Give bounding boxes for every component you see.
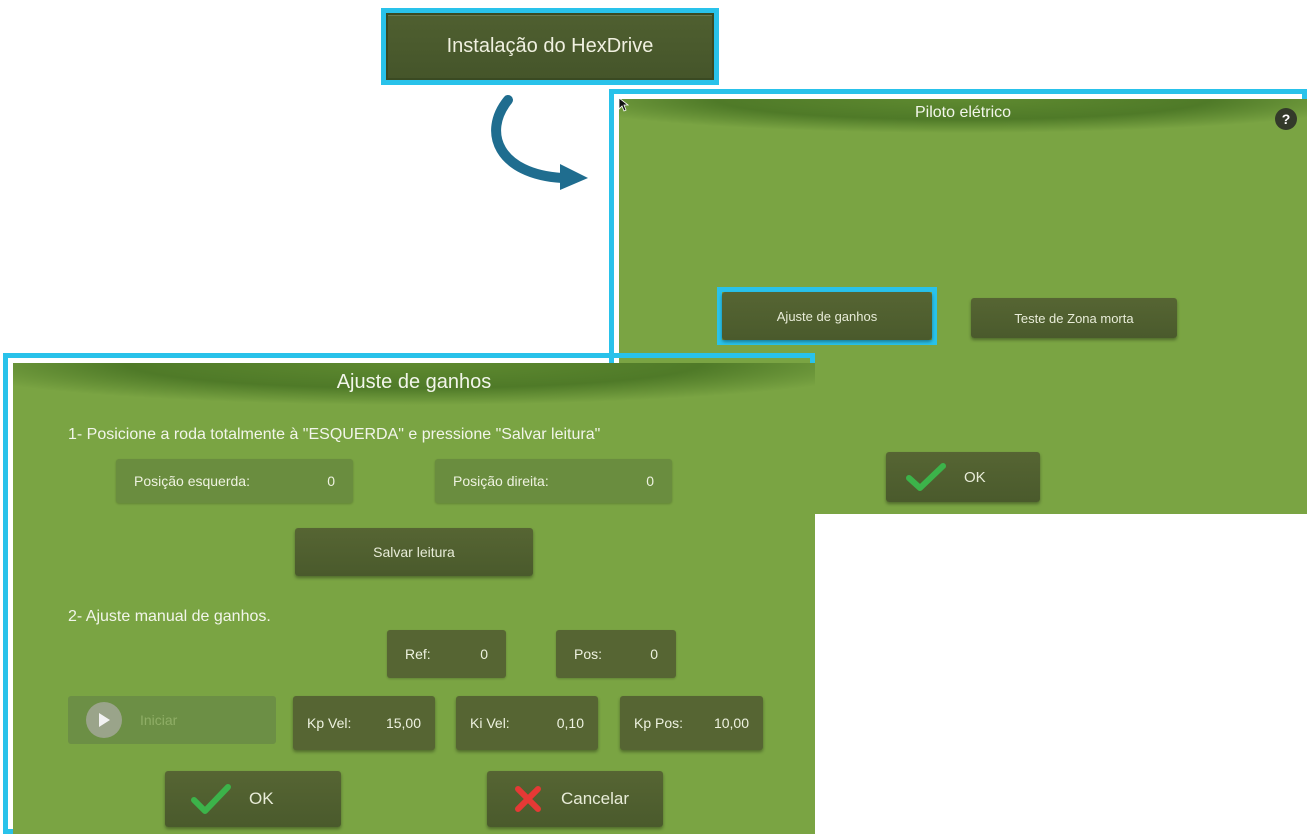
posicao-esquerda-label: Posição esquerda: (134, 473, 250, 489)
iniciar-label: Iniciar (140, 712, 178, 728)
teste-zona-morta-button[interactable]: Teste de Zona morta (971, 298, 1177, 338)
play-icon (86, 702, 122, 738)
kp-pos-label: Kp Pos: (634, 715, 684, 731)
ajuste-highlight-frame: Ajuste de ganhos 1- Posicione a roda tot… (3, 353, 815, 834)
help-button[interactable]: ? (1275, 108, 1297, 130)
posicao-direita-value: 0 (646, 473, 654, 489)
piloto-ok-label: OK (964, 468, 986, 486)
kp-vel-value: 15,00 (385, 715, 421, 731)
ki-vel-label: Ki Vel: (470, 715, 510, 731)
ajuste-ganhos-dialog: Ajuste de ganhos 1- Posicione a roda tot… (13, 363, 815, 834)
ref-label: Ref: (405, 646, 431, 662)
ajuste-ganhos-label: Ajuste de ganhos (776, 308, 878, 324)
piloto-dialog-title: Piloto elétrico (619, 99, 1307, 133)
checkmark-icon (906, 463, 946, 491)
install-highlight-frame: Instalação do HexDrive (381, 8, 719, 85)
ref-value: 0 (480, 646, 488, 662)
cancelar-label: Cancelar (561, 789, 630, 808)
mouse-cursor-icon (619, 98, 629, 112)
ajuste-title-text: Ajuste de ganhos (336, 371, 492, 393)
curved-arrow-icon (491, 95, 588, 190)
piloto-title-text: Piloto elétrico (914, 104, 1012, 121)
posicao-esquerda-value: 0 (327, 473, 335, 489)
ki-vel-field[interactable]: Ki Vel: 0,10 (456, 696, 598, 750)
posicao-direita-label: Posição direita: (453, 473, 549, 489)
posicao-direita-field: Posição direita: 0 (435, 459, 672, 503)
ajuste-ok-button[interactable]: OK (165, 771, 341, 827)
kp-vel-field[interactable]: Kp Vel: 15,00 (293, 696, 435, 750)
kp-pos-field[interactable]: Kp Pos: 10,00 (620, 696, 763, 750)
ajuste-dialog-title: Ajuste de ganhos (13, 363, 815, 405)
help-icon: ? (1281, 111, 1291, 127)
checkmark-icon (191, 784, 231, 814)
piloto-ok-button[interactable]: OK (886, 452, 1040, 502)
hexdrive-install-button[interactable]: Instalação do HexDrive (386, 13, 714, 80)
teste-zona-morta-label: Teste de Zona morta (1014, 310, 1134, 326)
ref-field: Ref: 0 (387, 630, 506, 678)
step1-instruction: 1- Posicione a roda totalmente à "ESQUER… (68, 426, 601, 443)
salvar-leitura-label: Salvar leitura (373, 544, 455, 560)
ajuste-ganhos-button[interactable]: Ajuste de ganhos (722, 292, 932, 340)
kp-pos-value: 10,00 (713, 715, 749, 731)
cancelar-button[interactable]: Cancelar (487, 771, 663, 827)
kp-vel-label: Kp Vel: (307, 715, 352, 731)
posicao-esquerda-field: Posição esquerda: 0 (116, 459, 353, 503)
close-icon (515, 786, 541, 812)
ki-vel-value: 0,10 (556, 715, 584, 731)
pos-field: Pos: 0 (556, 630, 676, 678)
ajuste-ok-label: OK (249, 789, 274, 808)
step2-instruction: 2- Ajuste manual de ganhos. (68, 608, 271, 625)
ajuste-ganhos-highlight: Ajuste de ganhos (717, 287, 937, 345)
salvar-leitura-button[interactable]: Salvar leitura (295, 528, 533, 576)
hexdrive-install-label: Instalação do HexDrive (446, 35, 654, 57)
iniciar-button[interactable]: Iniciar (68, 696, 276, 744)
pos-label: Pos: (574, 646, 603, 662)
pos-value: 0 (650, 646, 658, 662)
